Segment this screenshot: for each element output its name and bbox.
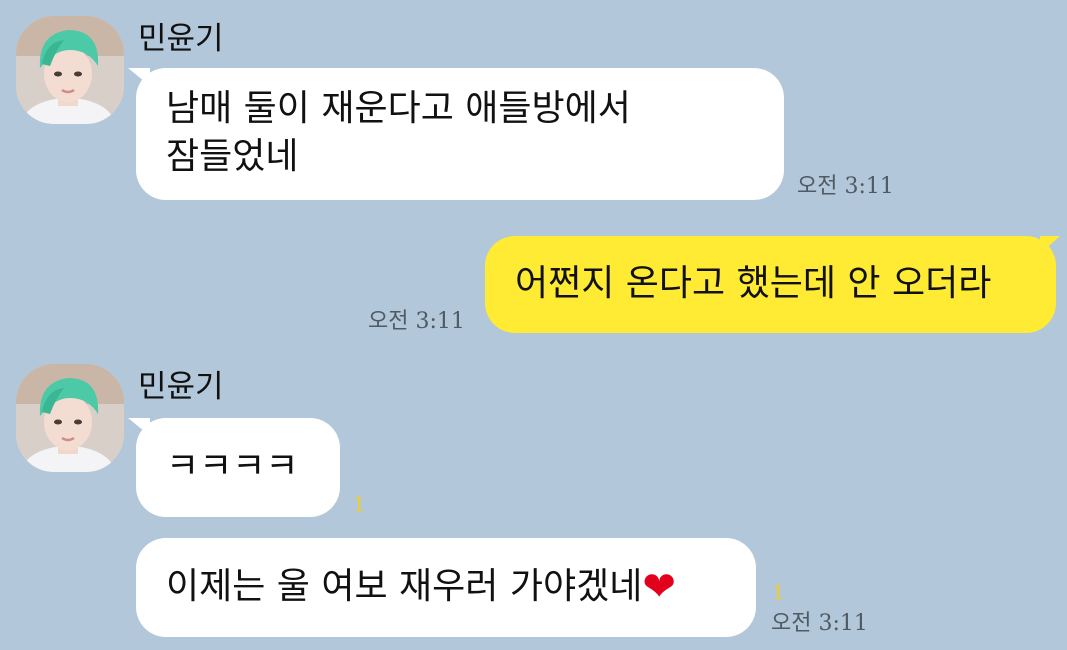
message-bubble[interactable]: 남매 둘이 재운다고 애들방에서 잠들었네 — [136, 68, 784, 200]
profile-photo-icon — [16, 364, 124, 472]
red-heart-icon: ❤ — [642, 564, 676, 610]
message-text-line: 남매 둘이 재운다고 애들방에서 — [166, 88, 631, 129]
avatar[interactable] — [16, 16, 124, 124]
message-bubble[interactable]: 이제는 울 여보 재우러 가야겠네❤ — [136, 538, 756, 637]
profile-photo-icon — [16, 16, 124, 124]
bubble-tail — [1040, 236, 1060, 254]
message-bubble[interactable]: 어쩐지 온다고 했는데 안 오더라 — [485, 236, 1056, 333]
sender-name: 민윤기 — [138, 21, 224, 57]
message-text: 이제는 울 여보 재우러 가야겠네 — [166, 566, 643, 607]
message-text: 어쩐지 온다고 했는데 안 오더라 — [515, 263, 992, 304]
message-time: 오전 3:11 — [797, 174, 894, 199]
message-time: 오전 3:11 — [368, 309, 465, 334]
avatar[interactable] — [16, 364, 124, 472]
message-time: 오전 3:11 — [771, 611, 868, 636]
message-text-line: 잠들었네 — [166, 136, 299, 177]
sender-name: 민윤기 — [138, 369, 224, 405]
unread-count: 1 — [772, 580, 785, 604]
message-bubble[interactable]: ㅋㅋㅋㅋ — [136, 418, 340, 517]
unread-count: 1 — [353, 492, 366, 516]
message-text: ㅋㅋㅋㅋ — [166, 446, 299, 487]
